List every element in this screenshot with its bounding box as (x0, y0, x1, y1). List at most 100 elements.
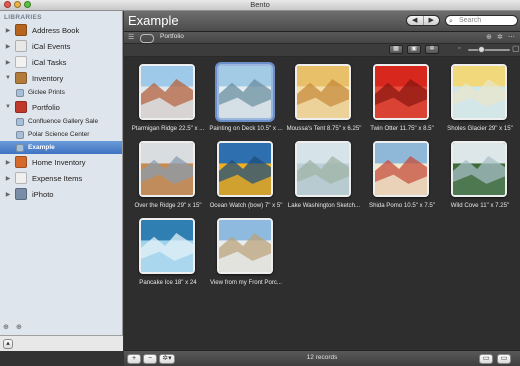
sidebar-item-label: Address Book (32, 25, 80, 35)
sidebar-item-iphoto[interactable]: ▶ iPhoto (0, 186, 122, 202)
grid-view-button[interactable]: ▦ (389, 45, 403, 54)
expense-icon (15, 172, 27, 184)
gallery-item[interactable]: Twin Otter 11.75" x 8.5" (364, 61, 440, 139)
artwork-thumbnail[interactable] (217, 218, 273, 274)
artwork-caption: Over the Ridge 29" x 15" (134, 202, 202, 209)
artwork-thumbnail[interactable] (451, 64, 507, 120)
artwork-caption: Moussa's Tent 8.75" x 6.25" (286, 125, 362, 132)
add-collection-icon[interactable]: ⊕ (16, 323, 22, 331)
sidebar-item-portfolio[interactable]: ▼ Portfolio (0, 99, 122, 115)
artwork-thumbnail[interactable] (217, 64, 273, 120)
small-size-icon: ▫ (458, 45, 461, 52)
window-title: Bento (250, 0, 270, 9)
library-title: Example (128, 13, 179, 28)
sidebar-item-polar-science-center[interactable]: Polar Science Center (0, 128, 122, 141)
artwork-caption: Ocean Watch (bow) 7" x 5" (209, 202, 283, 209)
sidebar-toggle-button[interactable]: ▴ (3, 339, 13, 349)
slider-knob[interactable] (478, 46, 485, 53)
sidebar-item-expense-items[interactable]: ▶ Expense Items (0, 170, 122, 186)
gallery-item[interactable]: Shida Pomo 10.5" x 7.5" (364, 138, 440, 216)
artwork-thumbnail[interactable] (295, 141, 351, 197)
artwork-thumbnail[interactable] (373, 64, 429, 120)
gallery-item[interactable]: Pancake Ice 18" x 24 (130, 215, 206, 293)
gallery-item[interactable]: View from my Front Porc... (208, 215, 284, 293)
navigation-buttons: ◀ ▶ (406, 15, 440, 26)
sidebar-item-label: Inventory (32, 73, 64, 83)
disclosure-collapsed-icon[interactable]: ▶ (4, 175, 12, 182)
add-field-icon[interactable]: ⊕ (486, 33, 492, 41)
disclosure-collapsed-icon[interactable]: ▶ (4, 191, 12, 198)
gallery-item[interactable]: Moussa's Tent 8.75" x 6.25" (286, 61, 362, 139)
artwork-caption: Wild Cove 11" x 7.25" (450, 202, 510, 209)
artwork-thumbnail[interactable] (451, 141, 507, 197)
thumbnail-size-slider[interactable] (468, 49, 510, 51)
iphoto-icon (15, 188, 27, 200)
search-field[interactable]: ⌕ Search (445, 15, 518, 26)
add-library-icon[interactable]: ⊕ (3, 323, 9, 331)
form-view-button[interactable]: ▣ (407, 45, 421, 54)
disclosure-collapsed-icon[interactable]: ▶ (4, 159, 12, 166)
next-record-button[interactable]: ▶ (422, 16, 440, 25)
artwork-caption: Painting on Deck 10.5" x ... (209, 125, 283, 132)
sidebar-item-confluence-gallery-sale[interactable]: Confluence Gallery Sale (0, 115, 122, 128)
record-count: 12 records (306, 354, 338, 361)
settings-icon[interactable]: ✲ (497, 33, 503, 41)
disclosure-expanded-icon[interactable]: ▼ (4, 104, 12, 110)
disclosure-collapsed-icon[interactable]: ▶ (4, 59, 12, 66)
fullscreen-view-button[interactable]: ▭ (497, 354, 511, 364)
collection-icon (16, 117, 24, 126)
sidebar-item-address-book[interactable]: ▶ Address Book (0, 22, 122, 38)
sidebar-item-example[interactable]: Example (0, 141, 122, 154)
sidebar-item-label: Polar Science Center (28, 131, 90, 138)
artwork-caption: Shida Pomo 10.5" x 7.5" (369, 202, 435, 209)
view-bar: ▦ ▣ ✲ ▫ ▢ (124, 44, 520, 57)
gallery-item[interactable]: Sholes Glacier 29" x 15" (442, 61, 518, 139)
previous-record-button[interactable]: ◀ (407, 16, 423, 25)
disclosure-expanded-icon[interactable]: ▼ (4, 75, 12, 81)
gallery-item[interactable]: Ocean Watch (bow) 7" x 5" (208, 138, 284, 216)
artwork-caption: Lake Washington Sketch... (287, 202, 361, 209)
artwork-thumbnail[interactable] (295, 64, 351, 120)
artwork-thumbnail[interactable] (139, 64, 195, 120)
inventory-icon (15, 72, 27, 84)
library-list: ▶ Address Book ▶ iCal Events ▶ iCal Tasks ▼ Inv… (0, 22, 122, 202)
sidebar-item-ical-events[interactable]: ▶ iCal Events (0, 38, 122, 54)
sidebar-header: LIBRARIES (4, 14, 42, 21)
libraries-sidebar: LIBRARIES ▶ Address Book ▶ iCal Events ▶ iCal… (0, 11, 123, 351)
checklist-icon (15, 56, 27, 68)
artwork-caption: Ptarmigan Ridge 22.5" x ... (131, 125, 205, 132)
toggle-icon[interactable] (140, 34, 154, 43)
disclosure-collapsed-icon[interactable]: ▶ (4, 27, 12, 34)
sidebar-item-label: iPhoto (32, 189, 54, 199)
sidebar-item-inventory[interactable]: ▼ Inventory (0, 70, 122, 86)
split-view-button[interactable]: ▭ (479, 354, 493, 364)
search-placeholder: Search (459, 17, 482, 24)
sidebar-item-home-inventory[interactable]: ▶ Home Inventory (0, 154, 122, 170)
artwork-caption: View from my Front Porc... (209, 279, 282, 286)
collection-icon (16, 143, 24, 152)
list-view-icon[interactable]: ☰ (128, 33, 134, 41)
artwork-thumbnail[interactable] (373, 141, 429, 197)
sidebar-item-label: iCal Tasks (32, 57, 67, 67)
collection-icon (16, 130, 24, 139)
filter-bar: ☰ Portfolio ⊕ ✲ ⋯ (124, 32, 520, 44)
sidebar-item-giclee-prints[interactable]: Giclee Prints (0, 86, 122, 99)
gallery-item[interactable]: Painting on Deck 10.5" x ... (208, 61, 284, 139)
artwork-thumbnail[interactable] (217, 141, 273, 197)
disclosure-collapsed-icon[interactable]: ▶ (4, 43, 12, 50)
more-icon[interactable]: ⋯ (508, 33, 515, 41)
gallery-item[interactable]: Ptarmigan Ridge 22.5" x ... (130, 61, 206, 139)
gallery-item[interactable]: Wild Cove 11" x 7.25" (442, 138, 518, 216)
gear-button[interactable]: ✲ (425, 45, 439, 54)
artwork-caption: Pancake Ice 18" x 24 (139, 279, 197, 286)
calendar-icon (15, 40, 27, 52)
sidebar-item-ical-tasks[interactable]: ▶ iCal Tasks (0, 54, 122, 70)
gallery-item[interactable]: Lake Washington Sketch... (286, 138, 362, 216)
sidebar-item-label: iCal Events (32, 41, 71, 51)
artwork-thumbnail[interactable] (139, 218, 195, 274)
sidebar-item-label: Example (28, 144, 55, 151)
gallery-item[interactable]: Over the Ridge 29" x 15" (130, 138, 206, 216)
sidebar-item-label: Expense Items (32, 173, 83, 183)
collection-icon (16, 88, 24, 97)
artwork-thumbnail[interactable] (139, 141, 195, 197)
